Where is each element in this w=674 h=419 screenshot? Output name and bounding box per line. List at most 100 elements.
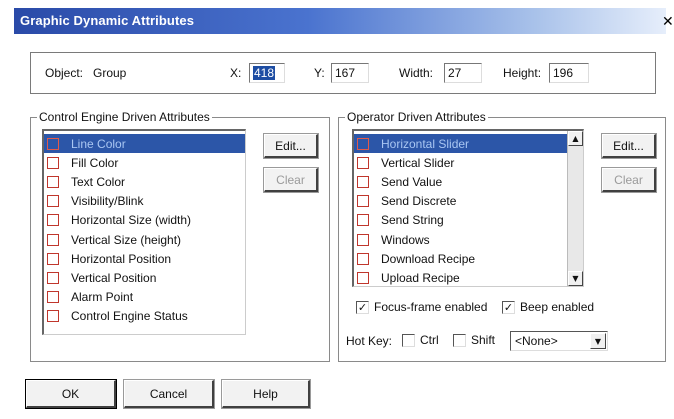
x-label: X: — [230, 66, 242, 80]
operator-list[interactable]: Horizontal Slider Vertical Slider Send Val… — [352, 129, 584, 287]
control-engine-list-item[interactable]: Fill Color — [44, 153, 245, 172]
operator-list-item[interactable]: Windows — [354, 230, 583, 249]
operator-item-label: Send String — [381, 213, 444, 228]
control-engine-item-label: Control Engine Status — [71, 309, 188, 324]
control-engine-list-item[interactable]: Alarm Point — [44, 288, 245, 307]
operator-item-label: Horizontal Slider — [381, 136, 470, 151]
operator-list-item[interactable]: Send Value — [354, 172, 583, 191]
help-button[interactable]: Help — [222, 380, 310, 408]
control-engine-list-item[interactable]: Text Color — [44, 172, 245, 191]
control-engine-list-item[interactable]: Horizontal Size (width) — [44, 211, 245, 230]
height-field[interactable]: 196 — [549, 63, 589, 83]
operator-item-label: Vertical Slider — [381, 155, 455, 170]
checkbox-icon[interactable] — [357, 195, 369, 208]
ok-label: OK — [61, 386, 80, 401]
object-info-panel: Object: Group X: 418 Y: 167 Width: 27 He… — [30, 52, 656, 94]
shift-label: Shift — [471, 333, 496, 347]
checkbox-icon[interactable] — [47, 291, 59, 304]
ctrl-check-icon — [402, 333, 415, 347]
operator-list-item[interactable]: Send String — [354, 211, 583, 230]
ctrl-checkbox[interactable]: Ctrl — [402, 333, 439, 347]
x-field[interactable]: 418 — [249, 63, 285, 83]
operator-clear-label: Clear — [614, 172, 643, 187]
ok-button[interactable]: OK — [26, 380, 116, 408]
operator-clear-button[interactable]: Clear — [602, 168, 656, 192]
scroll-up-icon[interactable]: ▲ — [568, 131, 583, 146]
hotkey-value: <None> — [515, 334, 558, 348]
beep-check-icon: ✓ — [502, 300, 515, 314]
checkbox-icon[interactable] — [47, 195, 59, 208]
operator-list-item[interactable]: Send Discrete — [354, 192, 583, 211]
control-clear-button[interactable]: Clear — [264, 168, 318, 192]
operator-item-label: Upload Recipe — [381, 270, 460, 285]
scroll-down-icon[interactable]: ▼ — [568, 271, 583, 286]
cancel-button[interactable]: Cancel — [124, 380, 214, 408]
control-engine-list-item[interactable]: Control Engine Status — [44, 307, 245, 326]
window-title: Graphic Dynamic Attributes — [20, 13, 195, 28]
focus-frame-label: Focus-frame enabled — [374, 300, 488, 314]
operator-edit-button[interactable]: Edit... — [602, 134, 656, 158]
control-engine-item-label: Vertical Size (height) — [71, 232, 182, 247]
control-engine-item-label: Horizontal Position — [71, 251, 172, 266]
checkbox-icon[interactable] — [47, 214, 59, 227]
control-engine-legend: Control Engine Driven Attributes — [39, 110, 210, 124]
control-engine-item-label: Horizontal Size (width) — [71, 213, 192, 228]
control-edit-button[interactable]: Edit... — [264, 134, 318, 158]
shift-checkbox[interactable]: Shift — [453, 333, 495, 347]
chevron-down-icon[interactable]: ▼ — [590, 333, 606, 349]
control-engine-item-label: Vertical Position — [71, 270, 157, 285]
control-engine-item-label: Visibility/Blink — [71, 194, 144, 209]
control-engine-item-label: Alarm Point — [71, 290, 134, 305]
checkbox-icon[interactable] — [47, 137, 59, 150]
checkbox-icon[interactable] — [47, 310, 59, 323]
checkbox-icon[interactable] — [47, 233, 59, 246]
control-clear-label: Clear — [276, 172, 305, 187]
object-label: Object: — [45, 66, 84, 80]
operator-item-label: Send Value — [381, 174, 443, 189]
control-engine-list-item[interactable]: Vertical Position — [44, 268, 245, 287]
hotkey-select[interactable]: <None> ▼ — [510, 331, 608, 351]
checkbox-icon[interactable] — [47, 271, 59, 284]
checkbox-icon[interactable] — [357, 175, 369, 188]
checkbox-icon[interactable] — [357, 252, 369, 265]
operator-item-label: Send Discrete — [381, 194, 457, 209]
width-label: Width: — [399, 66, 434, 80]
checkbox-icon[interactable] — [47, 252, 59, 265]
control-engine-list-item[interactable]: Line Color — [44, 134, 245, 154]
operator-list-item[interactable]: Upload Recipe — [354, 268, 583, 286]
operator-item-label: Download Recipe — [381, 251, 476, 266]
checkbox-icon[interactable] — [357, 214, 369, 227]
checkbox-icon[interactable] — [47, 156, 59, 169]
help-label: Help — [253, 386, 278, 401]
operator-list-item[interactable]: Horizontal Slider — [354, 134, 583, 154]
beep-checkbox[interactable]: ✓ Beep enabled — [502, 300, 594, 314]
ctrl-label: Ctrl — [420, 333, 439, 347]
checkbox-icon[interactable] — [357, 271, 369, 284]
control-engine-list-item[interactable]: Visibility/Blink — [44, 192, 245, 211]
cancel-label: Cancel — [149, 386, 188, 401]
width-value: 27 — [448, 66, 462, 80]
checkbox-icon[interactable] — [357, 233, 369, 246]
y-field[interactable]: 167 — [331, 63, 369, 83]
height-label: Height: — [503, 66, 542, 80]
focus-frame-checkbox[interactable]: ✓ Focus-frame enabled — [356, 300, 487, 314]
operator-list-item[interactable]: Download Recipe — [354, 249, 583, 268]
close-icon[interactable]: ✕ — [662, 14, 674, 30]
control-engine-list-item[interactable]: Vertical Size (height) — [44, 230, 245, 249]
control-engine-item-label: Line Color — [71, 136, 126, 151]
operator-scrollbar[interactable]: ▲ ▼ — [567, 131, 583, 286]
x-value: 418 — [253, 66, 276, 80]
operator-list-item[interactable]: Vertical Slider — [354, 153, 583, 172]
title-bar: Graphic Dynamic Attributes — [14, 8, 666, 34]
focus-frame-check-icon: ✓ — [356, 300, 369, 314]
shift-check-icon — [453, 333, 466, 347]
operator-legend: Operator Driven Attributes — [347, 110, 486, 124]
checkbox-icon[interactable] — [47, 175, 59, 188]
y-label: Y: — [314, 66, 325, 80]
beep-label: Beep enabled — [520, 300, 595, 314]
control-engine-list-item[interactable]: Horizontal Position — [44, 249, 245, 268]
control-engine-list[interactable]: Line Color Fill Color Text Color Visibility… — [42, 129, 246, 335]
checkbox-icon[interactable] — [357, 137, 369, 150]
width-field[interactable]: 27 — [444, 63, 482, 83]
checkbox-icon[interactable] — [357, 156, 369, 169]
